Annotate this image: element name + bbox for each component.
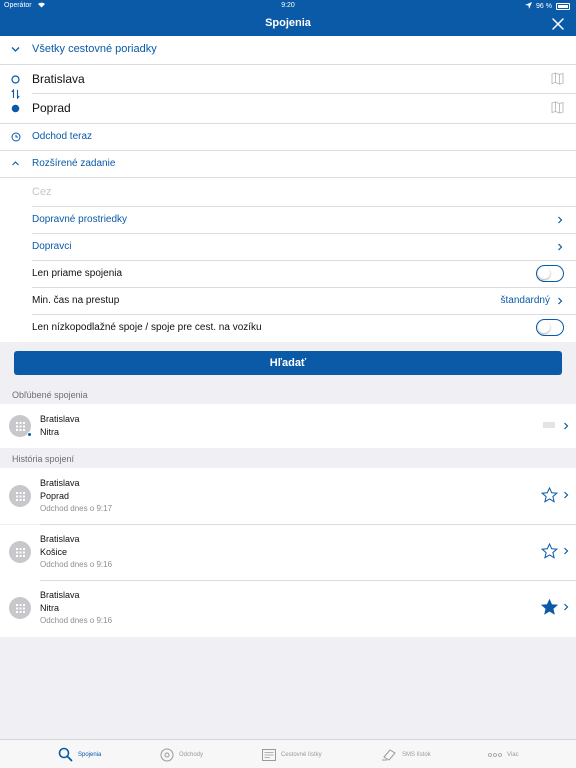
map-icon[interactable] — [551, 72, 564, 85]
direct-only-label: Len priame spojenia — [32, 268, 123, 279]
transport-types-row[interactable]: Dopravné prostriedky — [0, 207, 576, 233]
favorites-header: Obľúbené spojenia — [12, 390, 88, 400]
tab-cestovne-listky[interactable]: Cestovné lístky — [262, 740, 322, 768]
connection-to: Košice — [40, 547, 68, 557]
chevron-right-icon — [564, 547, 569, 555]
direct-only-toggle[interactable] — [536, 265, 564, 282]
connection-from: Bratislava — [40, 590, 80, 600]
from-field[interactable]: Bratislava — [32, 72, 532, 86]
route-avatar — [9, 541, 31, 563]
chevron-right-icon — [564, 422, 569, 430]
tab-label: SMS lístok — [402, 751, 431, 758]
sms-ticket-icon — [382, 748, 396, 761]
tab-spojenia[interactable]: Spojenia — [58, 740, 101, 768]
clock: 9:20 — [281, 2, 295, 9]
grid-icon — [15, 491, 25, 501]
connection-time: Odchod dnes o 9:16 — [40, 560, 113, 569]
carriers-row[interactable]: Dopravci — [0, 234, 576, 260]
tab-odchody[interactable]: Odchody — [160, 740, 203, 768]
timetables-label: Všetky cestovné poriadky — [32, 43, 157, 55]
close-icon — [552, 18, 564, 30]
star-outline-icon[interactable] — [541, 543, 558, 559]
transfer-time-value: štandardný — [500, 295, 550, 306]
search-button[interactable]: Hľadať — [14, 351, 562, 375]
chevron-right-icon — [558, 297, 563, 305]
status-bar: Operátor 9:20 96 % — [0, 0, 576, 12]
grid-icon — [15, 603, 25, 613]
tab-sms-listok[interactable]: SMS lístok — [381, 740, 431, 768]
more-icon — [488, 752, 502, 757]
connection-to: Nitra — [40, 603, 60, 613]
tab-label: Odchody — [179, 751, 204, 758]
chevron-right-icon — [564, 491, 569, 499]
favorite-dot — [27, 432, 32, 437]
route-avatar — [9, 485, 31, 507]
chevron-right-icon — [564, 603, 569, 611]
low-floor-row: Len nízkopodlažné spoje / spoje pre cest… — [0, 315, 576, 341]
battery-percent: 96 % — [536, 3, 552, 10]
timetables-selector[interactable]: Všetky cestovné poriadky — [0, 36, 576, 64]
location-icon — [525, 2, 533, 11]
clock-icon — [11, 132, 21, 142]
low-floor-label: Len nízkopodlažné spoje / spoje pre cest… — [32, 322, 262, 333]
history-connection-item[interactable]: Bratislava Nitra Odchod dnes o 9:16 — [0, 581, 576, 637]
connection-to: Nitra — [40, 427, 60, 437]
advanced-label: Rozšírené zadanie — [32, 158, 116, 169]
to-field[interactable]: Poprad — [32, 101, 532, 115]
via-input[interactable]: Cez — [32, 186, 552, 198]
tab-label: Cestovné lístky — [281, 751, 322, 758]
chevron-down-icon — [11, 47, 20, 52]
history-connection-item[interactable]: Bratislava Košice Odchod dnes o 9:16 — [0, 525, 576, 581]
advanced-options: Cez Dopravné prostriedky Dopravci Len pr… — [0, 178, 576, 342]
star-filled-icon[interactable] — [541, 599, 558, 615]
connection-from: Bratislava — [40, 414, 80, 424]
grid-icon — [15, 547, 25, 557]
origin-circle-icon — [11, 75, 20, 84]
status-right: 96 % — [525, 2, 570, 11]
swap-icon[interactable] — [11, 89, 20, 99]
departures-icon — [160, 748, 174, 761]
connection-time: Odchod dnes o 9:16 — [40, 616, 113, 625]
chevron-right-icon — [558, 243, 563, 251]
transport-types-label: Dopravné prostriedky — [32, 214, 128, 225]
grid-icon — [15, 421, 25, 431]
route-avatar — [9, 597, 31, 619]
page-title: Spojenia — [265, 17, 311, 29]
tab-bar: Spojenia Odchody Cestovné lístky SMS lís… — [0, 739, 576, 768]
tab-label: Viac — [507, 751, 519, 758]
advanced-toggle[interactable]: Rozšírené zadanie — [0, 151, 576, 177]
route-card: Bratislava Poprad — [0, 65, 576, 123]
nav-bar: Spojenia — [0, 12, 576, 36]
favorite-connection-item[interactable]: Bratislava Nitra — [0, 404, 576, 448]
star-outline-icon[interactable] — [541, 487, 558, 503]
chevron-up-icon — [12, 161, 19, 166]
destination-dot-icon — [11, 104, 20, 113]
history-connection-item[interactable]: Bratislava Poprad Odchod dnes o 9:17 — [0, 468, 576, 524]
tab-label: Spojenia — [78, 751, 102, 758]
carriers-label: Dopravci — [32, 241, 72, 252]
transfer-time-label: Min. čas na prestup — [32, 295, 120, 306]
search-icon — [58, 747, 73, 762]
connection-time: Odchod dnes o 9:17 — [40, 504, 113, 513]
connection-to: Poprad — [40, 491, 70, 501]
tickets-icon — [262, 748, 276, 761]
connection-from: Bratislava — [40, 534, 80, 544]
connection-from: Bratislava — [40, 478, 80, 488]
battery-icon — [556, 3, 570, 10]
transfer-time-row[interactable]: Min. čas na prestup štandardný — [0, 288, 576, 314]
direct-only-row: Len priame spojenia — [0, 261, 576, 287]
close-button[interactable] — [548, 14, 568, 34]
reorder-handle-icon[interactable] — [543, 422, 555, 428]
map-icon[interactable] — [551, 101, 564, 114]
departure-label: Odchod teraz — [32, 131, 93, 142]
chevron-right-icon — [558, 216, 563, 224]
low-floor-toggle[interactable] — [536, 319, 564, 336]
tab-viac[interactable]: Viac — [488, 740, 519, 768]
history-header: História spojení — [12, 454, 75, 464]
departure-time-row[interactable]: Odchod teraz — [0, 124, 576, 150]
divider — [32, 93, 576, 94]
